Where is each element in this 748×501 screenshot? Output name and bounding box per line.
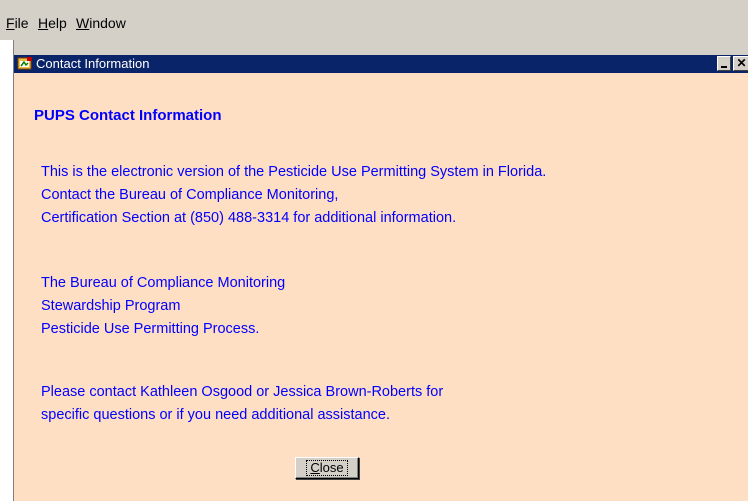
intro-line-3: Certification Section at (850) 488-3314 … xyxy=(41,210,457,226)
minimize-icon xyxy=(721,66,727,68)
page-title: PUPS Contact Information xyxy=(34,107,222,124)
contact-line-2: specific questions or if you need additi… xyxy=(41,407,391,423)
close-button-rest: lose xyxy=(319,460,344,475)
menu-help[interactable]: Help xyxy=(38,14,67,32)
bureau-paragraph: The Bureau of Compliance Monitoring Stew… xyxy=(41,272,285,341)
menu-file-mnemonic: F xyxy=(6,15,15,31)
close-window-button[interactable]: ✕ xyxy=(733,56,748,71)
close-button[interactable]: Close xyxy=(295,457,359,479)
menu-window-label: indow xyxy=(89,15,126,31)
close-button-mnemonic: C xyxy=(310,460,320,475)
intro-line-1: This is the electronic version of the Pe… xyxy=(41,164,547,180)
close-button-label: Close xyxy=(306,460,348,476)
intro-line-2: Contact the Bureau of Compliance Monitor… xyxy=(41,187,339,203)
contact-line-1: Please contact Kathleen Osgood or Jessic… xyxy=(41,384,444,400)
window-title: Contact Information xyxy=(36,56,150,71)
contact-information-window: Contact Information ✕ PUPS Contact Infor… xyxy=(13,40,748,501)
contact-paragraph: Please contact Kathleen Osgood or Jessic… xyxy=(41,381,443,427)
menu-bar: File Help Window xyxy=(0,0,748,40)
menu-file[interactable]: File xyxy=(6,14,29,32)
window-top-edge xyxy=(14,40,748,55)
close-icon: ✕ xyxy=(736,56,747,70)
window-titlebar[interactable]: Contact Information ✕ xyxy=(14,55,748,73)
menu-file-label: ile xyxy=(14,15,29,31)
bureau-line-2: Stewardship Program xyxy=(41,298,181,314)
bureau-line-3: Pesticide Use Permitting Process. xyxy=(41,321,260,337)
menu-help-label: elp xyxy=(48,15,67,31)
bureau-line-1: The Bureau of Compliance Monitoring xyxy=(41,275,286,291)
minimize-button[interactable] xyxy=(717,56,731,71)
intro-paragraph: This is the electronic version of the Pe… xyxy=(41,161,546,230)
menu-window-mnemonic: W xyxy=(76,15,90,31)
app-window-icon xyxy=(17,57,32,70)
menu-help-mnemonic: H xyxy=(38,15,49,31)
menu-window[interactable]: Window xyxy=(76,14,126,32)
